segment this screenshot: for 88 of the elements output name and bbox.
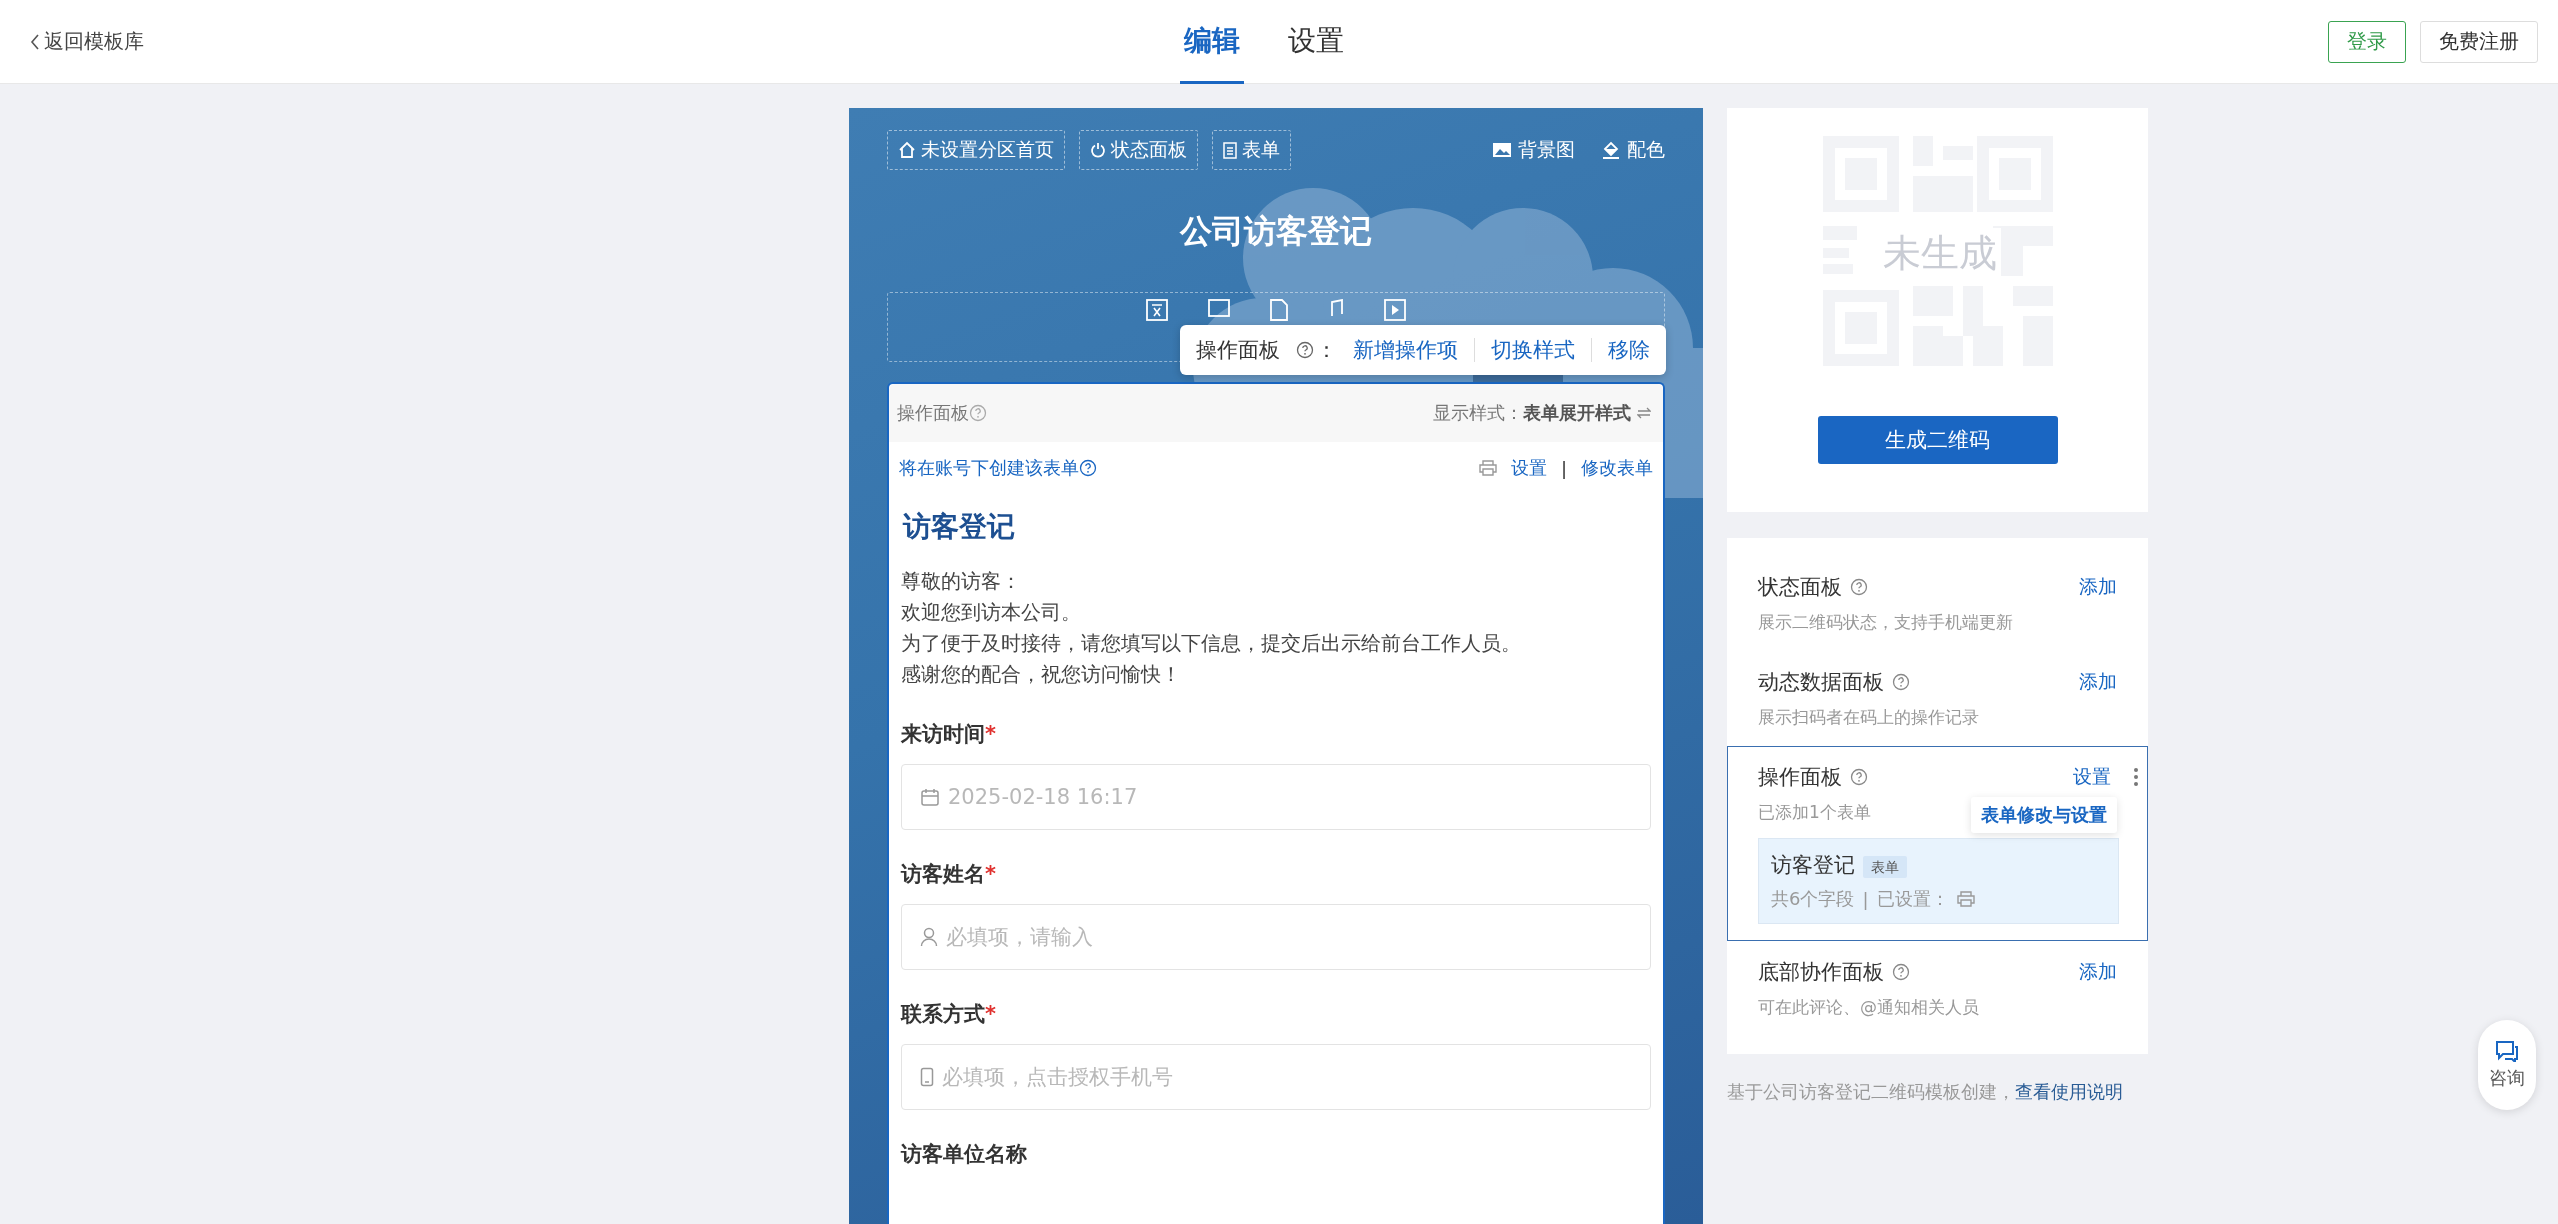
action-label: 背景图 [1518,137,1575,162]
help-icon[interactable] [1296,341,1314,359]
popover-link[interactable]: 切换样式 [1491,336,1575,364]
consult-button[interactable]: 咨询 [2478,1020,2536,1110]
panel-title: 操作面板 [1758,764,1842,791]
placeholder: 必填项，请输入 [946,924,1093,951]
meta-separator: | [1862,888,1869,910]
popover-link[interactable]: 新增操作项 [1353,336,1458,364]
tooltip: 表单修改与设置 [1971,797,2117,833]
file-icon [1270,299,1288,321]
power-icon [1090,142,1106,158]
panel-label: 操作面板 [897,401,969,425]
popover-label: 操作面板 [1196,337,1280,364]
placeholder: 2025-02-18 16:17 [948,785,1138,809]
field-label: 访客姓名* [901,861,997,888]
tab[interactable]: 编辑 [1180,0,1244,84]
text-icon [1146,299,1168,321]
form-intro: 尊敬的访客： 欢迎您到访本公司。 为了便于及时接待，请您填写以下信息，提交后出示给前台工作人员。 感谢您的配合，祝您访问愉快！ [901,568,1522,688]
form-name: 访客登记 [1771,853,1855,877]
panel-action-link[interactable]: 添加 [2079,959,2117,985]
chevron-left-icon [30,33,40,50]
chip-label: 表单 [1242,137,1280,162]
panel-title: 状态面板 [1758,574,1842,601]
form-title: 访客登记 [903,509,1016,545]
help-icon[interactable] [1079,459,1097,477]
help-icon[interactable] [1892,673,1910,691]
page-title: 公司访客登记 [1178,211,1373,252]
nav-chip[interactable]: 状态面板 [1079,130,1198,170]
login-button[interactable]: 登录 [2328,20,2406,63]
panel-description: 已添加1个表单 [1758,801,1871,824]
action-label: 配色 [1627,137,1665,162]
image-icon [1208,299,1230,317]
field-label: 联系方式* [901,1001,997,1028]
panel-item[interactable]: 状态面板 添加 展示二维码状态，支持手机端更新 [1727,556,2148,651]
panel-description: 展示二维码状态，支持手机端更新 [1758,611,2013,634]
form-tag: 表单 [1863,856,1907,878]
popover-colon: ： [1316,337,1337,364]
panel-item[interactable]: 底部协作面板 添加 可在此评论、@通知相关人员 [1727,941,2148,1036]
header-action[interactable]: 背景图 [1492,137,1575,163]
phone-icon [920,1067,934,1087]
chat-icon [2495,1040,2519,1062]
panel-item[interactable]: 动态数据面板 添加 展示扫码者在码上的操作记录 [1727,651,2148,746]
register-button[interactable]: 免费注册 [2420,20,2538,63]
field-count: 共6个字段 [1771,887,1855,911]
help-icon[interactable] [1850,768,1868,786]
panel-title: 动态数据面板 [1758,669,1884,696]
printer-icon [1478,460,1497,476]
help-icon[interactable] [1892,963,1910,981]
nav-chip[interactable]: 表单 [1212,130,1291,170]
edit-form-link[interactable]: 修改表单 [1581,456,1653,480]
panel-action-link[interactable]: 添加 [2079,669,2117,695]
usage-guide-link[interactable]: 查看使用说明 [2015,1081,2123,1102]
form-icon [1223,141,1237,159]
panel-action-link[interactable]: 添加 [2079,574,2117,600]
chip-label: 未设置分区首页 [921,137,1054,162]
panel-description: 可在此评论、@通知相关人员 [1758,996,1979,1019]
generate-qr-button[interactable]: 生成二维码 [1817,416,2058,464]
person-icon [920,927,938,947]
style-label: 显示样式： [1433,401,1523,425]
help-icon[interactable] [1850,578,1868,596]
template-note: 基于公司访客登记二维码模板创建，查看使用说明 [1727,1080,2124,1104]
panel-action-link[interactable]: 设置 [2073,764,2111,790]
consult-label: 咨询 [2489,1066,2525,1090]
settings-link[interactable]: 设置 [1510,456,1547,480]
configured-label: 已设置： [1876,887,1949,911]
popover-link[interactable]: 移除 [1608,336,1650,364]
panel-description: 展示扫码者在码上的操作记录 [1758,706,1979,729]
image-icon [1492,142,1512,158]
form-item-card[interactable]: 访客登记 表单 共6个字段 | 已设置： [1758,838,2119,924]
paint-bucket-icon [1601,141,1621,159]
tab[interactable]: 设置 [1284,0,1348,84]
panel-title: 底部协作面板 [1758,959,1884,986]
link-separator: | [1560,457,1567,479]
switch-icon[interactable] [1637,407,1651,419]
placeholder: 必填项，点击授权手机号 [942,1064,1173,1091]
nav-chip[interactable]: 未设置分区首页 [887,130,1065,170]
field-label: 访客单位名称 [901,1141,1028,1168]
header-action[interactable]: 配色 [1601,137,1665,163]
calendar-icon [920,787,940,807]
printer-icon [1956,891,1975,907]
video-icon [1384,299,1406,321]
style-value: 表单展开样式 [1523,401,1631,425]
create-form-link[interactable]: 将在账号下创建该表单 [899,456,1079,480]
more-icon[interactable] [2133,767,2139,787]
field-label: 来访时间* [901,721,997,748]
panel-item[interactable]: 操作面板 设置 已添加1个表单 表单修改与设置 访客登记 表单 共6个字段 | 已设置： [1727,746,2148,941]
home-icon [898,141,916,159]
chip-label: 状态面板 [1111,137,1187,162]
